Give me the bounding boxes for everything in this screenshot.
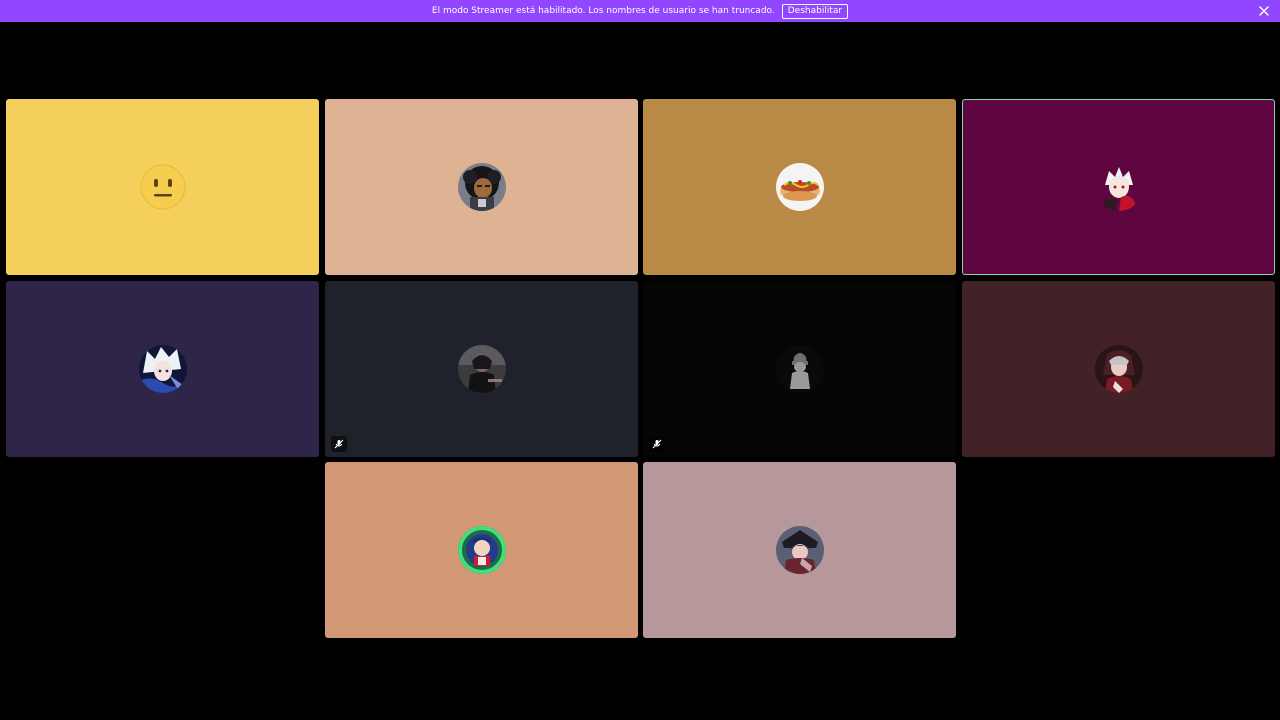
- participant-tile[interactable]: [325, 462, 638, 638]
- white-hair-anime-avatar: [1094, 163, 1143, 211]
- muted-mic-icon: [331, 436, 347, 452]
- muted-mic-icon: [649, 436, 665, 452]
- disable-streamer-mode-button[interactable]: Deshabilitar: [781, 3, 849, 19]
- cartoon-character-avatar: [457, 526, 506, 574]
- participant-tile[interactable]: [6, 99, 319, 275]
- participant-tile[interactable]: [325, 281, 638, 457]
- participant-tile[interactable]: [643, 99, 956, 275]
- red-anime-character-avatar: [1094, 345, 1143, 393]
- participant-tile[interactable]: [6, 281, 319, 457]
- white-hair-anime-avatar: [138, 345, 187, 393]
- participant-tile[interactable]: [962, 281, 1275, 457]
- participant-tile[interactable]: [962, 99, 1275, 275]
- streamer-mode-message: El modo Streamer está habilitado. Los no…: [431, 6, 775, 16]
- participant-tile[interactable]: [643, 462, 956, 638]
- dark-figure-avatar: [457, 345, 506, 393]
- curly-hair-character-avatar: [457, 163, 506, 211]
- streamer-mode-banner: El modo Streamer está habilitado. Los no…: [0, 0, 1280, 22]
- default-silhouette-avatar: [775, 345, 824, 393]
- participant-tile[interactable]: [643, 281, 956, 457]
- hooded-character-avatar: [775, 526, 824, 574]
- participant-tile[interactable]: [325, 99, 638, 275]
- close-icon[interactable]: [1258, 5, 1270, 17]
- hotdog-avatar: [775, 163, 824, 211]
- neutral-face-avatar: [139, 163, 187, 211]
- voice-channel-grid: [0, 22, 1280, 720]
